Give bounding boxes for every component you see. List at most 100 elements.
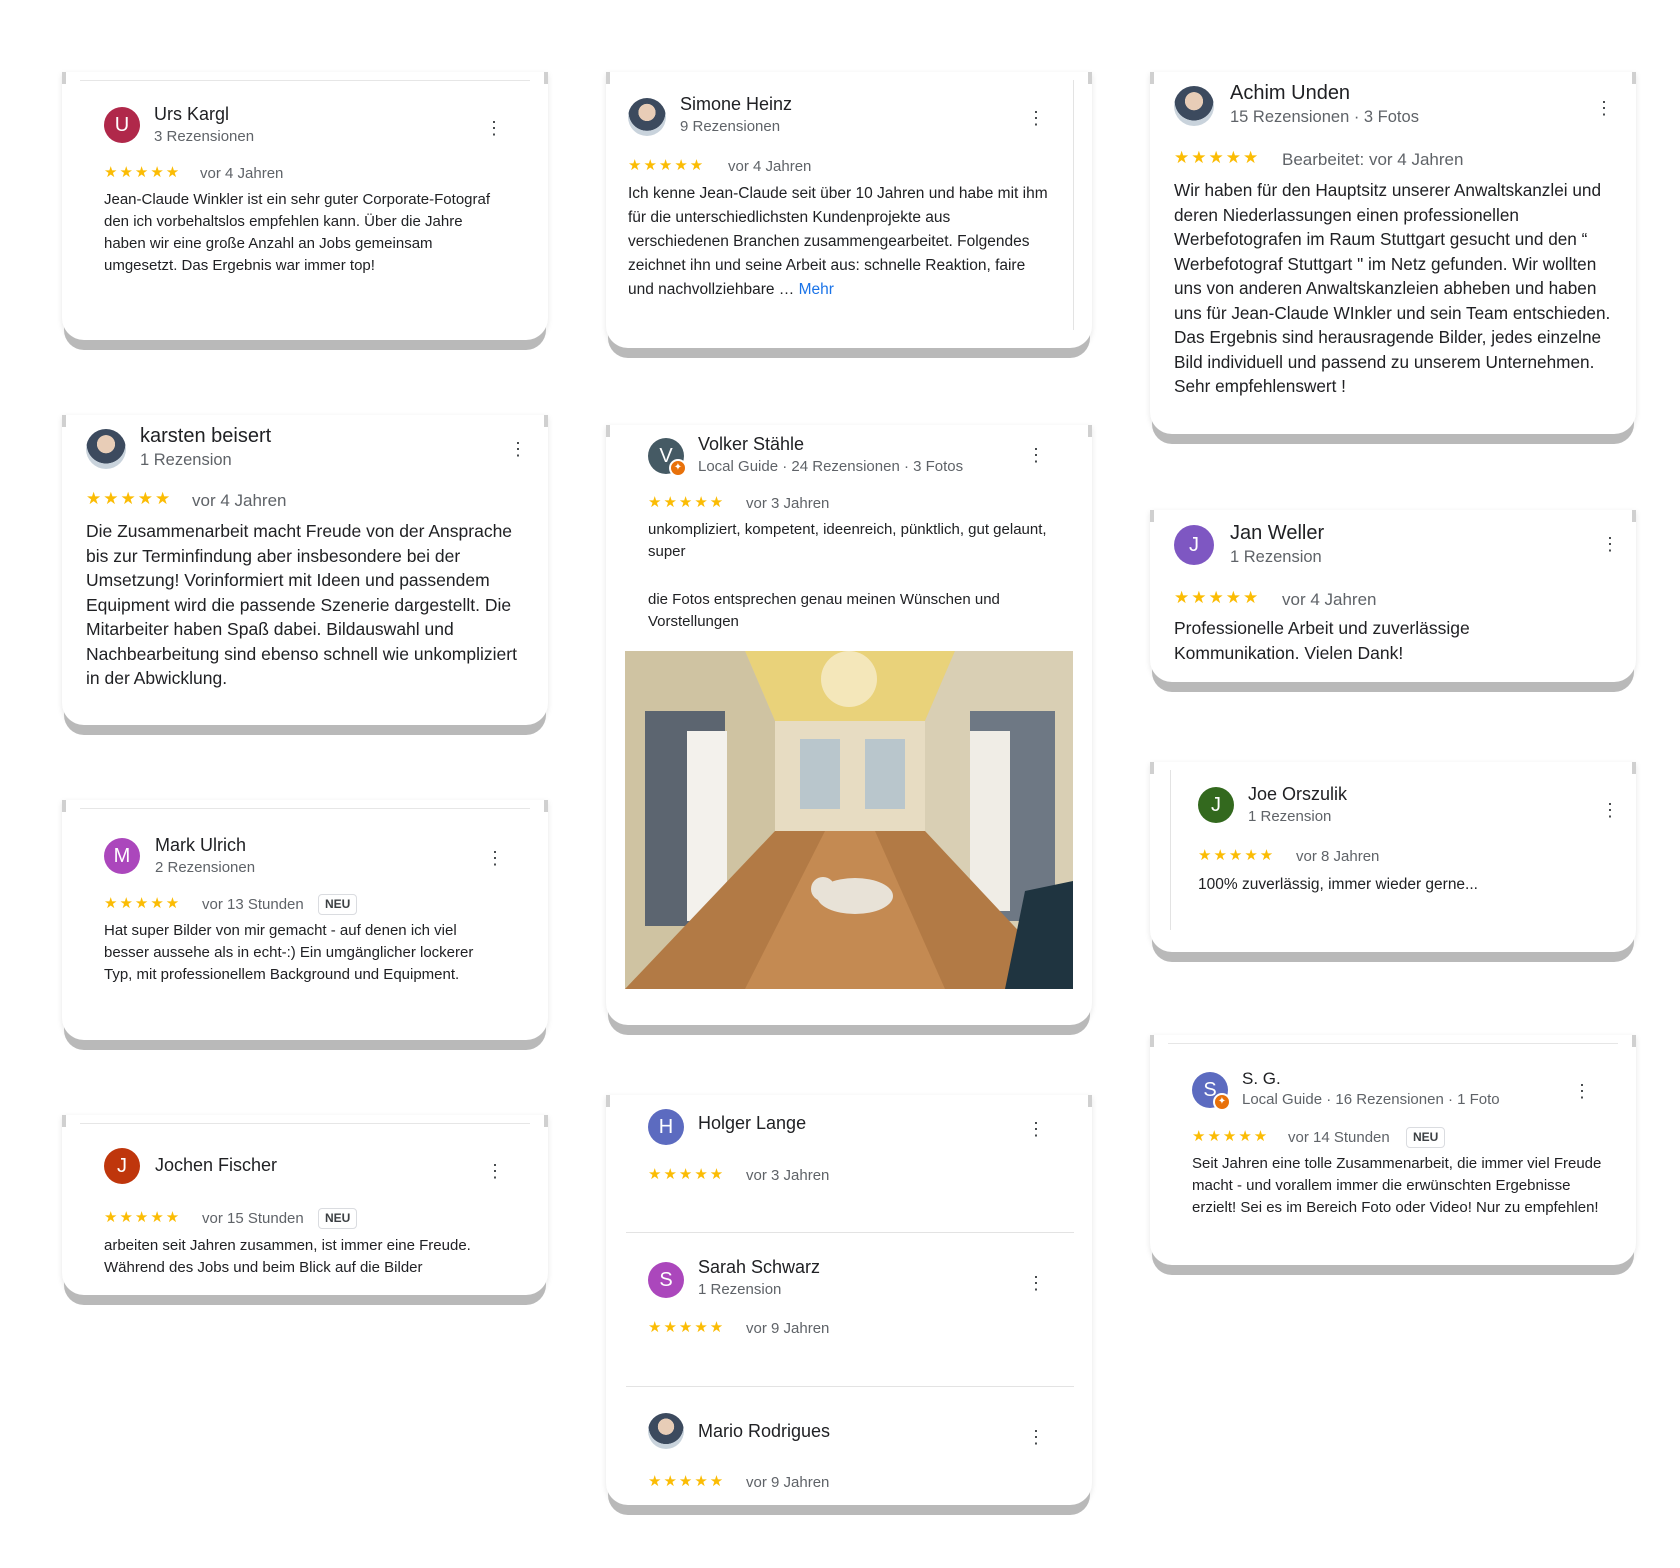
review-text: Professionelle Arbeit und zuverlässige K… (1174, 618, 1470, 663)
more-options-icon[interactable]: ⋮ (482, 116, 506, 140)
review-text: Die Zusammenarbeit macht Freude von der … (86, 521, 517, 688)
review-date: vor 4 Jahren (728, 158, 812, 175)
local-guide-icon: ✦ (1213, 1093, 1231, 1111)
card-corner (1150, 762, 1154, 774)
avatar[interactable]: U (104, 107, 140, 143)
card-corner (606, 425, 610, 437)
review-divider (626, 1232, 1074, 1233)
reviewer-meta: 1 Rezension (1230, 548, 1322, 566)
card-corner (1088, 72, 1092, 84)
more-options-icon[interactable]: ⋮ (1024, 1425, 1048, 1449)
star-rating: ★★★★★ (1174, 148, 1261, 167)
star-rating: ★★★★★ (1174, 588, 1261, 607)
card-corner (1150, 72, 1154, 84)
new-badge: NEU (318, 894, 358, 915)
review-date: vor 3 Jahren (746, 1167, 830, 1184)
avatar[interactable] (648, 1413, 684, 1449)
card-divider (1168, 1043, 1618, 1044)
star-rating: ★★★★★ (86, 489, 173, 508)
more-options-icon[interactable]: ⋮ (483, 846, 507, 870)
review-card: M Mark Ulrich 2 Rezensionen ⋮ ★★★★★ vor … (62, 800, 548, 1040)
review-card: S ✦ S. G. Local Guide · 16 Rezensionen ·… (1150, 1035, 1636, 1265)
avatar[interactable]: H (648, 1109, 684, 1145)
reviewer-meta: 9 Rezensionen (680, 118, 781, 135)
star-rating: ★★★★★ (104, 895, 182, 912)
new-badge: NEU (1406, 1127, 1446, 1148)
more-options-icon[interactable]: ⋮ (1024, 1117, 1048, 1141)
avatar[interactable] (628, 98, 666, 136)
review-text: die Fotos entsprechen genau meinen Wünsc… (648, 591, 1000, 630)
card-corner (1632, 762, 1636, 774)
more-options-icon[interactable]: ⋮ (1570, 1079, 1594, 1103)
avatar[interactable]: J (1198, 787, 1234, 823)
review-date: vor 8 Jahren (1296, 848, 1380, 865)
card-corner (62, 1115, 66, 1127)
reviewer-meta: Local Guide · 24 Rezensionen · 3 Fotos (698, 458, 964, 475)
more-options-icon[interactable]: ⋮ (1598, 798, 1622, 822)
review-date: vor 3 Jahren (746, 495, 830, 512)
reviewer-name[interactable]: Jochen Fischer (155, 1155, 277, 1176)
star-rating: ★★★★★ (104, 164, 182, 181)
reviewer-name[interactable]: Joe Orszulik (1248, 784, 1347, 805)
avatar[interactable] (1174, 86, 1214, 126)
review-card: U Urs Kargl 3 Rezensionen ⋮ ★★★★★ vor 4 … (62, 72, 548, 340)
reviewer-meta: 2 Rezensionen (155, 859, 256, 876)
more-options-icon[interactable]: ⋮ (1592, 96, 1616, 120)
avatar[interactable]: V ✦ (648, 438, 687, 477)
avatar[interactable]: S (648, 1262, 684, 1298)
reviewer-name[interactable]: Mario Rodrigues (698, 1421, 830, 1442)
review-text: Jean-Claude Winkler ist ein sehr guter C… (104, 191, 491, 274)
review-photo[interactable] (625, 651, 1073, 989)
reviewer-meta: 15 Rezensionen · 3 Fotos (1230, 108, 1419, 126)
card-divider (1073, 80, 1074, 330)
reviewer-name[interactable]: Urs Kargl (154, 104, 229, 125)
more-link[interactable]: Mehr (799, 281, 834, 298)
star-rating: ★★★★★ (648, 494, 726, 511)
card-corner (544, 1115, 548, 1127)
card-corner (1088, 1095, 1092, 1107)
more-options-icon[interactable]: ⋮ (506, 437, 530, 461)
reviewer-name[interactable]: Jan Weller (1230, 522, 1324, 545)
star-rating: ★★★★★ (104, 1209, 182, 1226)
reviewer-meta: 1 Rezension (698, 1281, 782, 1298)
review-date: vor 15 Stunden (202, 1210, 304, 1227)
avatar[interactable]: J (1174, 525, 1214, 565)
review-text: unkompliziert, kompetent, ideenreich, pü… (648, 521, 1047, 560)
reviewer-meta: 1 Rezension (1248, 808, 1332, 825)
card-corner (1632, 72, 1636, 84)
review-card: Achim Unden 15 Rezensionen · 3 Fotos ⋮ ★… (1150, 72, 1636, 434)
reviewer-meta: 3 Rezensionen (154, 128, 255, 145)
avatar[interactable]: M (104, 838, 140, 874)
reviewer-name[interactable]: karsten beisert (140, 425, 271, 448)
review-date: vor 14 Stunden (1288, 1129, 1390, 1146)
more-options-icon[interactable]: ⋮ (1598, 532, 1622, 556)
card-corner (1150, 510, 1154, 522)
avatar[interactable]: S ✦ (1192, 1072, 1231, 1111)
review-card: J Jochen Fischer ⋮ ★★★★★ vor 15 Stunden … (62, 1115, 548, 1295)
reviewer-name[interactable]: S. G. (1242, 1069, 1281, 1089)
card-corner (1150, 1035, 1154, 1047)
more-options-icon[interactable]: ⋮ (1024, 1271, 1048, 1295)
more-options-icon[interactable]: ⋮ (483, 1159, 507, 1183)
reviewer-name[interactable]: Sarah Schwarz (698, 1257, 820, 1278)
card-corner (62, 72, 66, 84)
reviewer-name[interactable]: Simone Heinz (680, 94, 792, 115)
card-corner (544, 800, 548, 812)
review-date: Bearbeitet: vor 4 Jahren (1282, 150, 1464, 169)
more-options-icon[interactable]: ⋮ (1024, 106, 1048, 130)
reviewer-name[interactable]: Achim Unden (1230, 82, 1350, 105)
card-corner (62, 800, 66, 812)
card-divider (80, 80, 530, 81)
reviewer-name[interactable]: Volker Stähle (698, 434, 804, 455)
card-corner (1088, 425, 1092, 437)
card-corner (544, 72, 548, 84)
more-options-icon[interactable]: ⋮ (1024, 443, 1048, 467)
avatar[interactable] (86, 429, 126, 469)
review-date: vor 9 Jahren (746, 1320, 830, 1337)
reviewer-name[interactable]: Holger Lange (698, 1113, 806, 1134)
reviewer-name[interactable]: Mark Ulrich (155, 835, 246, 856)
review-date: vor 13 Stunden (202, 896, 304, 913)
review-card: Simone Heinz 9 Rezensionen ⋮ ★★★★★ vor 4… (606, 72, 1092, 348)
avatar[interactable]: J (104, 1148, 140, 1184)
review-text: Hat super Bilder von mir gemacht - auf d… (104, 922, 474, 983)
